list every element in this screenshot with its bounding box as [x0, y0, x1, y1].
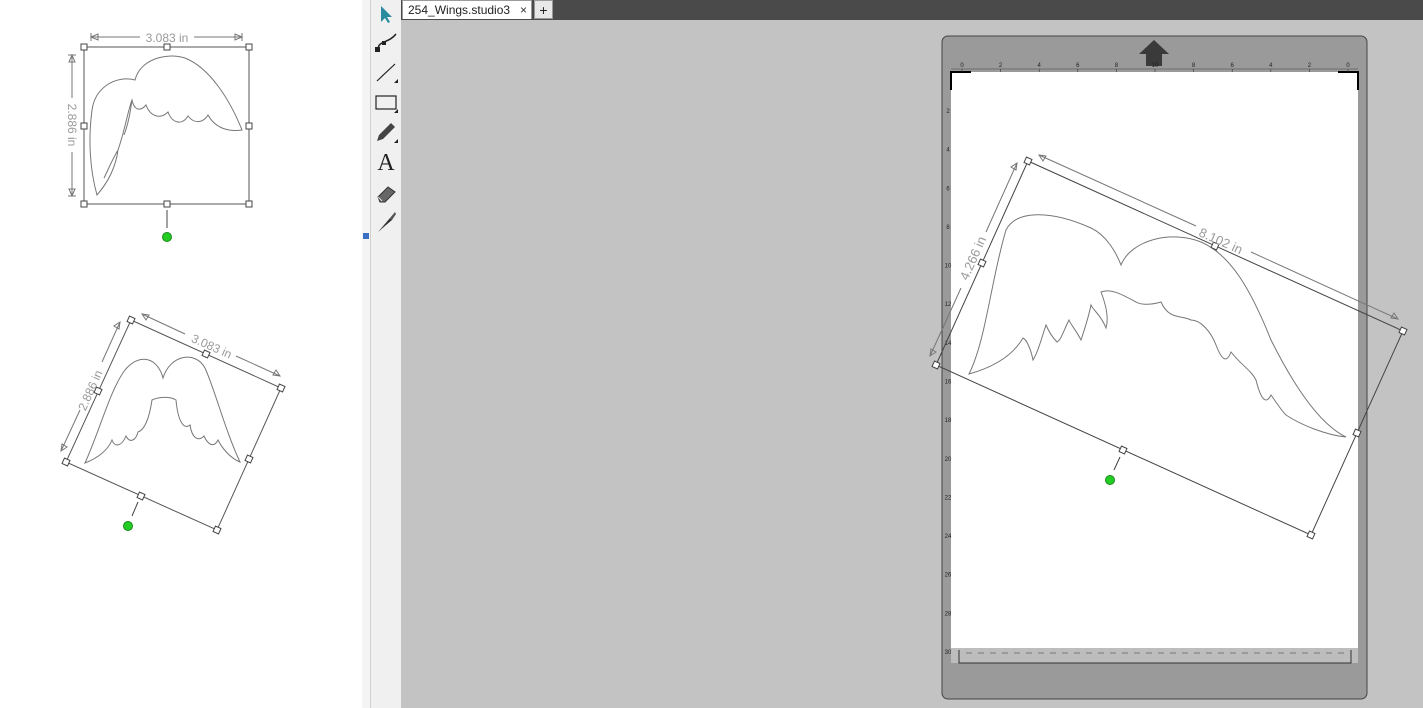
bezier-curve-icon: [375, 33, 397, 52]
left-ruler-label: 30: [945, 650, 952, 656]
close-icon[interactable]: ×: [520, 3, 527, 17]
line-tool-button[interactable]: [373, 59, 399, 85]
wing-upright-group[interactable]: 3.083 in 2.886 in: [65, 31, 253, 242]
tab-document[interactable]: 254_Wings.studio3 ×: [402, 0, 532, 19]
drawing-toolbar: A: [371, 0, 402, 708]
knife-icon: [378, 212, 396, 232]
arrow-pointer-icon: [381, 6, 392, 23]
left-ruler-label: 22: [945, 495, 952, 501]
document-tab-bar: 254_Wings.studio3 × +: [401, 0, 1423, 20]
wing-upright-shape[interactable]: [89, 55, 243, 197]
upright-height-label: 2.886 in: [65, 104, 79, 147]
left-ruler-label: 20: [945, 457, 952, 463]
line-icon: [376, 63, 398, 83]
left-ruler-label: 28: [945, 611, 952, 617]
select-tool-button[interactable]: [373, 1, 399, 27]
page-area[interactable]: [951, 72, 1358, 648]
left-preview-panel: 3.083 in 2.886 in 3.083 in 2.886 in: [0, 0, 362, 708]
eraser-tool-button[interactable]: [373, 180, 399, 206]
top-ruler-label: 10: [1152, 63, 1159, 69]
wing-rotated-shape[interactable]: [84, 356, 241, 464]
left-ruler-label: 10: [945, 264, 952, 270]
text-icon: A: [377, 150, 395, 176]
design-canvas[interactable]: 0 2 4 6 8 10 8 6 4 2 0 2 4 6 8 10 12 14 16 18 20 22 24 26 28 30: [401, 20, 1423, 708]
left-ruler-label: 24: [945, 534, 952, 540]
rectangle-icon: [375, 95, 398, 113]
cutting-mat-drawing: 0 2 4 6 8 10 8 6 4 2 0 24681012141618202224262830: [929, 35, 1408, 700]
panel-divider[interactable]: [362, 0, 371, 708]
upright-width-label: 3.083 in: [146, 31, 189, 45]
rotation-handle[interactable]: [1105, 475, 1115, 485]
rotation-handle-rotated[interactable]: [123, 521, 133, 531]
knife-tool-button[interactable]: [373, 209, 399, 235]
new-tab-button[interactable]: +: [534, 0, 553, 19]
pencil-icon: [377, 123, 398, 143]
rotation-handle-upright[interactable]: [162, 232, 172, 242]
preview-drawing: 3.083 in 2.886 in 3.083 in 2.886 in: [60, 31, 286, 535]
left-ruler-label: 18: [945, 418, 952, 424]
eraser-icon: [377, 186, 396, 203]
left-ruler-label: 12: [945, 302, 952, 308]
divider-accent: [363, 233, 369, 239]
wing-rotated-group[interactable]: 3.083 in 2.886 in: [60, 313, 286, 535]
point-edit-tool-button[interactable]: [373, 29, 399, 55]
pencil-tool-button[interactable]: [373, 119, 399, 145]
rectangle-tool-button[interactable]: [373, 89, 399, 115]
left-ruler-label: 26: [945, 573, 952, 579]
tab-document-label: 254_Wings.studio3: [408, 3, 511, 17]
text-tool-button[interactable]: A: [373, 150, 399, 176]
left-ruler-label: 16: [945, 380, 952, 386]
